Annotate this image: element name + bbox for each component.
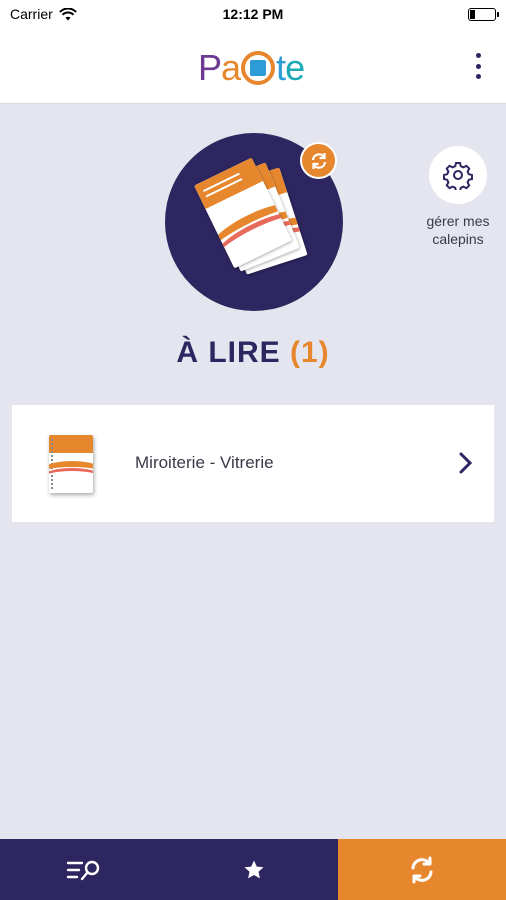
gear-icon: [443, 162, 473, 190]
star-icon: [244, 860, 263, 878]
logo-letter: P: [198, 47, 222, 88]
app-logo: P a t e: [198, 40, 310, 96]
kebab-menu-icon[interactable]: [468, 50, 488, 82]
notebook-thumbnail: [49, 435, 93, 493]
chevron-right-icon: [459, 452, 473, 474]
tab-favorites[interactable]: [169, 839, 338, 900]
sync-icon: [311, 152, 326, 169]
section-title: À LIRE (1): [0, 336, 506, 370]
sync-badge-button[interactable]: [300, 142, 337, 179]
list-item-label: Miroiterie - Vitrerie: [135, 453, 274, 472]
carrier-label: Carrier: [10, 6, 53, 22]
status-bar: Carrier 12:12 PM: [0, 0, 506, 28]
section-count: (1): [290, 336, 330, 369]
manage-notebooks-label: gérer mes calepins: [426, 213, 490, 247]
sync-icon: [411, 856, 433, 883]
app-header: P a t e: [0, 28, 506, 104]
logo-emblem-icon: [241, 51, 276, 85]
tab-search[interactable]: [0, 839, 169, 900]
list-item[interactable]: Miroiterie - Vitrerie: [12, 405, 494, 522]
logo-letter: a: [221, 47, 241, 88]
logo-letter: t: [276, 47, 286, 88]
status-left: Carrier: [10, 6, 77, 22]
list-search-icon: [66, 860, 99, 880]
manage-notebooks-button[interactable]: [429, 146, 487, 204]
logo-letter: e: [285, 47, 305, 88]
wifi-icon: [58, 7, 77, 20]
section-title-text: À LIRE: [176, 336, 281, 369]
tab-sync[interactable]: [338, 839, 506, 900]
battery-icon: [468, 7, 499, 21]
bottom-tab-bar: [0, 839, 506, 900]
manage-notebooks[interactable]: gérer mes calepins: [414, 146, 502, 248]
